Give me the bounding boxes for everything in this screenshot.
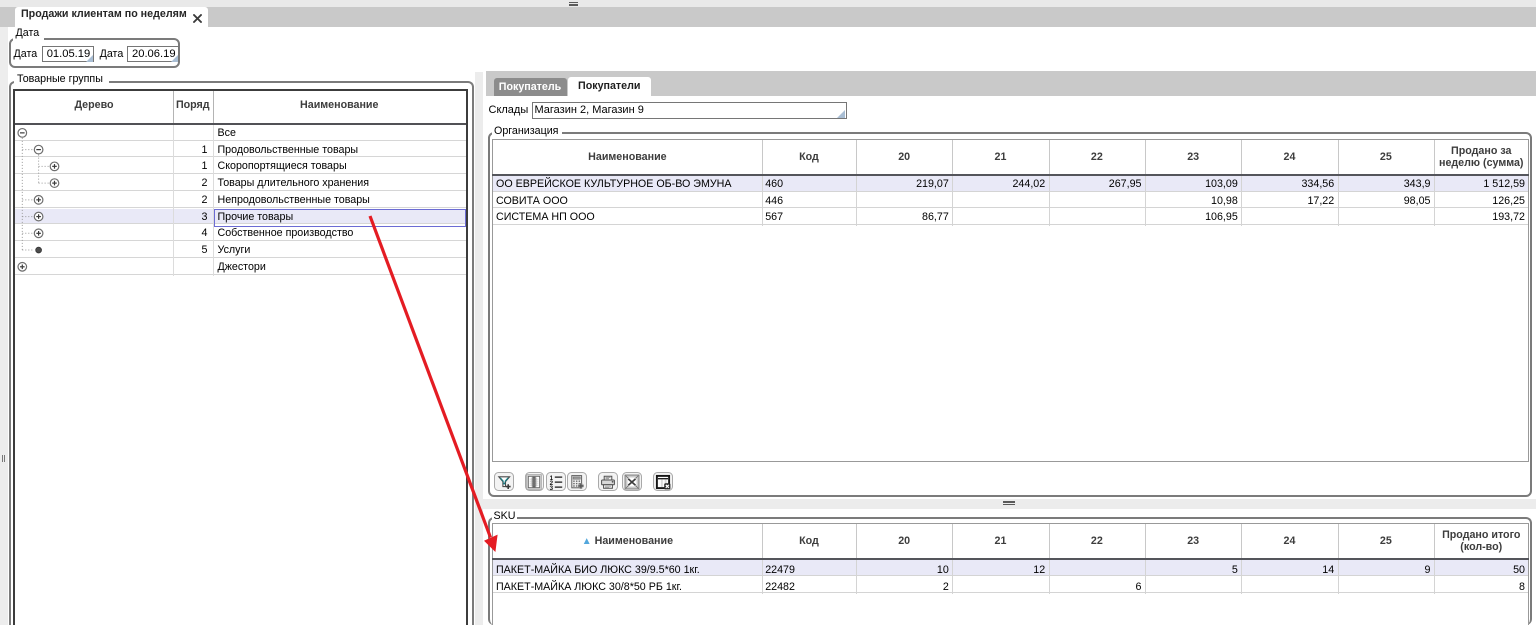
svg-text:3: 3 — [550, 485, 554, 490]
